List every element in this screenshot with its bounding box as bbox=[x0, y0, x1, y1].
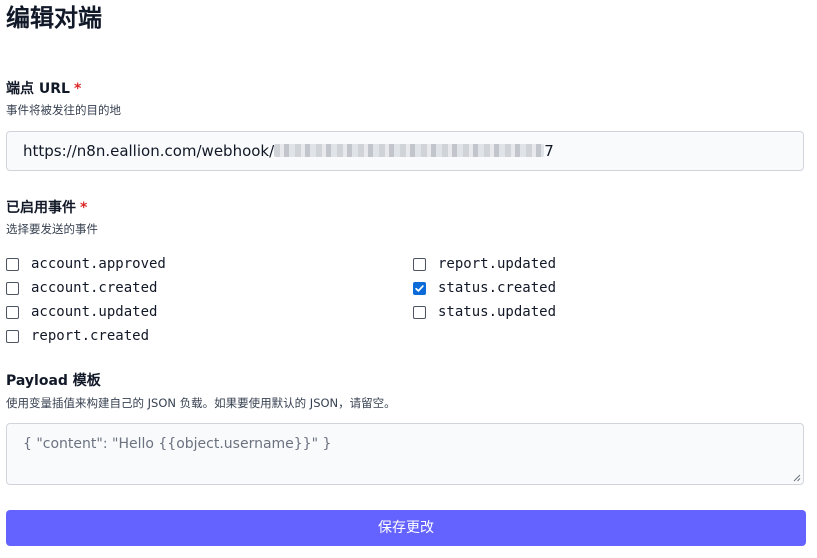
event-status-updated[interactable]: status.updated bbox=[413, 302, 556, 322]
checkbox[interactable] bbox=[6, 329, 19, 343]
resize-handle-icon[interactable] bbox=[793, 474, 801, 482]
checkbox[interactable] bbox=[6, 257, 19, 271]
checkbox[interactable] bbox=[413, 257, 426, 271]
event-account-approved[interactable]: account.approved bbox=[6, 254, 166, 274]
endpoint-url-hint: 事件将被发往的目的地 bbox=[6, 103, 121, 117]
payload-template-label: Payload 模板 bbox=[6, 373, 101, 389]
event-label: status.updated bbox=[438, 304, 557, 320]
event-status-created[interactable]: status.created bbox=[413, 278, 556, 298]
payload-template-hint: 使用变量插值来构建自己的 JSON 负载。如果要使用默认的 JSON，请留空。 bbox=[6, 396, 396, 410]
payload-template-textarea[interactable]: { "content": "Hello {{object.username}}"… bbox=[6, 423, 804, 485]
event-report-updated[interactable]: report.updated bbox=[413, 254, 556, 274]
checkbox[interactable] bbox=[413, 305, 426, 319]
event-label: account.updated bbox=[31, 304, 158, 320]
checkbox[interactable] bbox=[6, 281, 19, 295]
enabled-events-label: 已启用事件 * bbox=[6, 199, 87, 217]
endpoint-url-prefix: https://n8n.eallion.com/webhook/ bbox=[23, 142, 275, 160]
enabled-events-label-text: 已启用事件 bbox=[6, 200, 76, 216]
redacted-url-segment bbox=[274, 143, 545, 157]
event-account-updated[interactable]: account.updated bbox=[6, 302, 157, 322]
event-label: report.updated bbox=[438, 256, 557, 272]
enabled-events-hint: 选择要发送的事件 bbox=[6, 222, 98, 236]
event-label: account.created bbox=[31, 280, 158, 296]
checkbox-checked[interactable] bbox=[413, 281, 426, 295]
endpoint-url-suffix: 7 bbox=[544, 142, 554, 160]
event-report-created[interactable]: report.created bbox=[6, 326, 149, 346]
event-label: account.approved bbox=[31, 256, 166, 272]
checkmark-icon bbox=[415, 284, 424, 292]
payload-placeholder: { "content": "Hello {{object.username}}"… bbox=[23, 436, 332, 452]
endpoint-url-label: 端点 URL * bbox=[6, 80, 81, 98]
save-changes-button[interactable]: 保存更改 bbox=[6, 510, 806, 546]
endpoint-url-input[interactable]: https://n8n.eallion.com/webhook/7 bbox=[6, 131, 804, 171]
event-label: report.created bbox=[31, 328, 150, 344]
page-title: 编辑对端 bbox=[6, 4, 102, 32]
endpoint-url-label-text: 端点 URL bbox=[6, 81, 70, 97]
required-mark: * bbox=[73, 81, 82, 97]
event-label: status.created bbox=[438, 280, 557, 296]
required-mark: * bbox=[80, 200, 88, 216]
event-account-created[interactable]: account.created bbox=[6, 278, 157, 298]
checkbox[interactable] bbox=[6, 305, 19, 319]
